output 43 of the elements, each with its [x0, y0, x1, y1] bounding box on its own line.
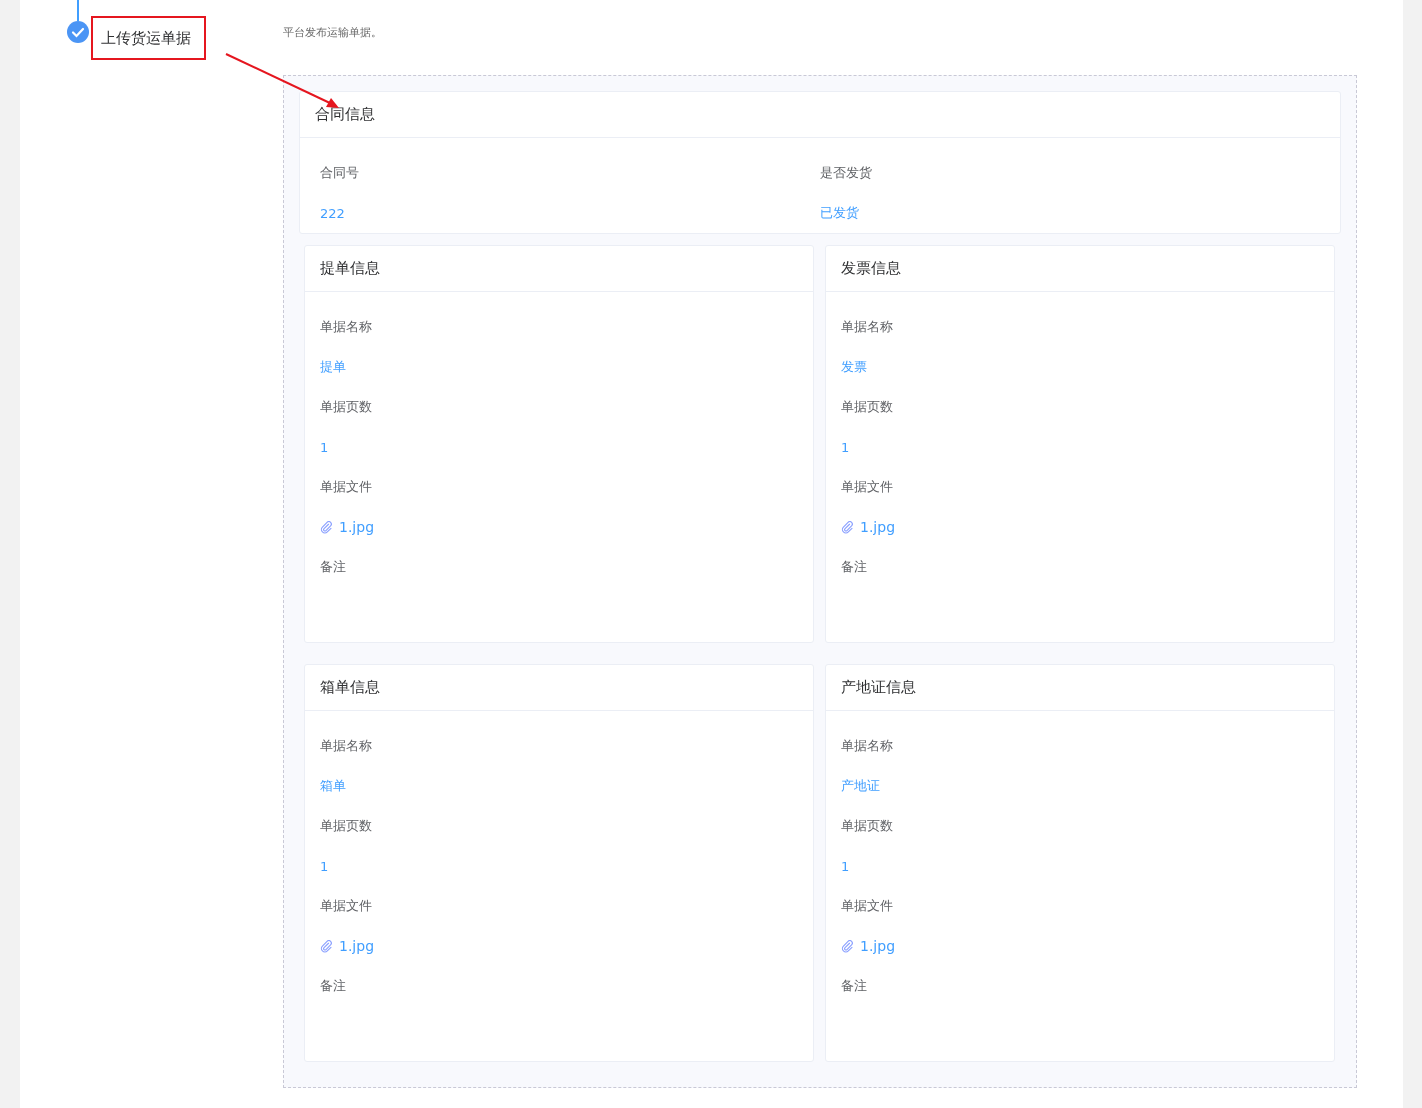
field-value: 1	[320, 439, 329, 455]
paperclip-icon	[841, 939, 854, 953]
field-value: 222	[320, 205, 345, 221]
card-title: 产地证信息	[841, 678, 916, 697]
file-link[interactable]: 1.jpg	[320, 938, 375, 954]
field-label: 单据文件	[841, 478, 893, 496]
field-value: 箱单	[320, 777, 346, 795]
paperclip-icon	[320, 520, 333, 534]
file-link[interactable]: 1.jpg	[841, 519, 896, 535]
card-title: 箱单信息	[320, 678, 380, 697]
field-label: 单据页数	[841, 398, 893, 416]
field-value: 已发货	[820, 204, 859, 222]
field-label: 单据文件	[841, 897, 893, 915]
field-label: 单据页数	[320, 817, 372, 835]
card-title: 发票信息	[841, 259, 901, 278]
field-label: 单据名称	[320, 737, 372, 755]
field-label: 单据页数	[320, 398, 372, 416]
file-link[interactable]: 1.jpg	[841, 938, 896, 954]
field-value: 提单	[320, 358, 346, 376]
field-label: 单据名称	[841, 318, 893, 336]
field-label: 备注	[320, 977, 346, 995]
field-label: 单据文件	[320, 897, 372, 915]
step-description: 平台发布运输单据。	[283, 25, 383, 41]
field-label: 合同号	[320, 164, 359, 182]
card-title: 合同信息	[315, 105, 375, 124]
field-label: 备注	[320, 558, 346, 576]
field-label: 是否发货	[820, 164, 872, 182]
card-title: 提单信息	[320, 259, 380, 278]
step-title: 上传货运单据	[101, 28, 191, 48]
field-value: 产地证	[841, 777, 880, 795]
field-value: 发票	[841, 358, 867, 376]
field-label: 单据名称	[841, 737, 893, 755]
field-value: 1	[320, 858, 329, 874]
field-label: 单据文件	[320, 478, 372, 496]
field-label: 备注	[841, 558, 867, 576]
paperclip-icon	[841, 520, 854, 534]
field-value: 1	[841, 858, 850, 874]
field-label: 备注	[841, 977, 867, 995]
field-label: 单据页数	[841, 817, 893, 835]
file-link[interactable]: 1.jpg	[320, 519, 375, 535]
paperclip-icon	[320, 939, 333, 953]
field-value: 1	[841, 439, 850, 455]
field-label: 单据名称	[320, 318, 372, 336]
